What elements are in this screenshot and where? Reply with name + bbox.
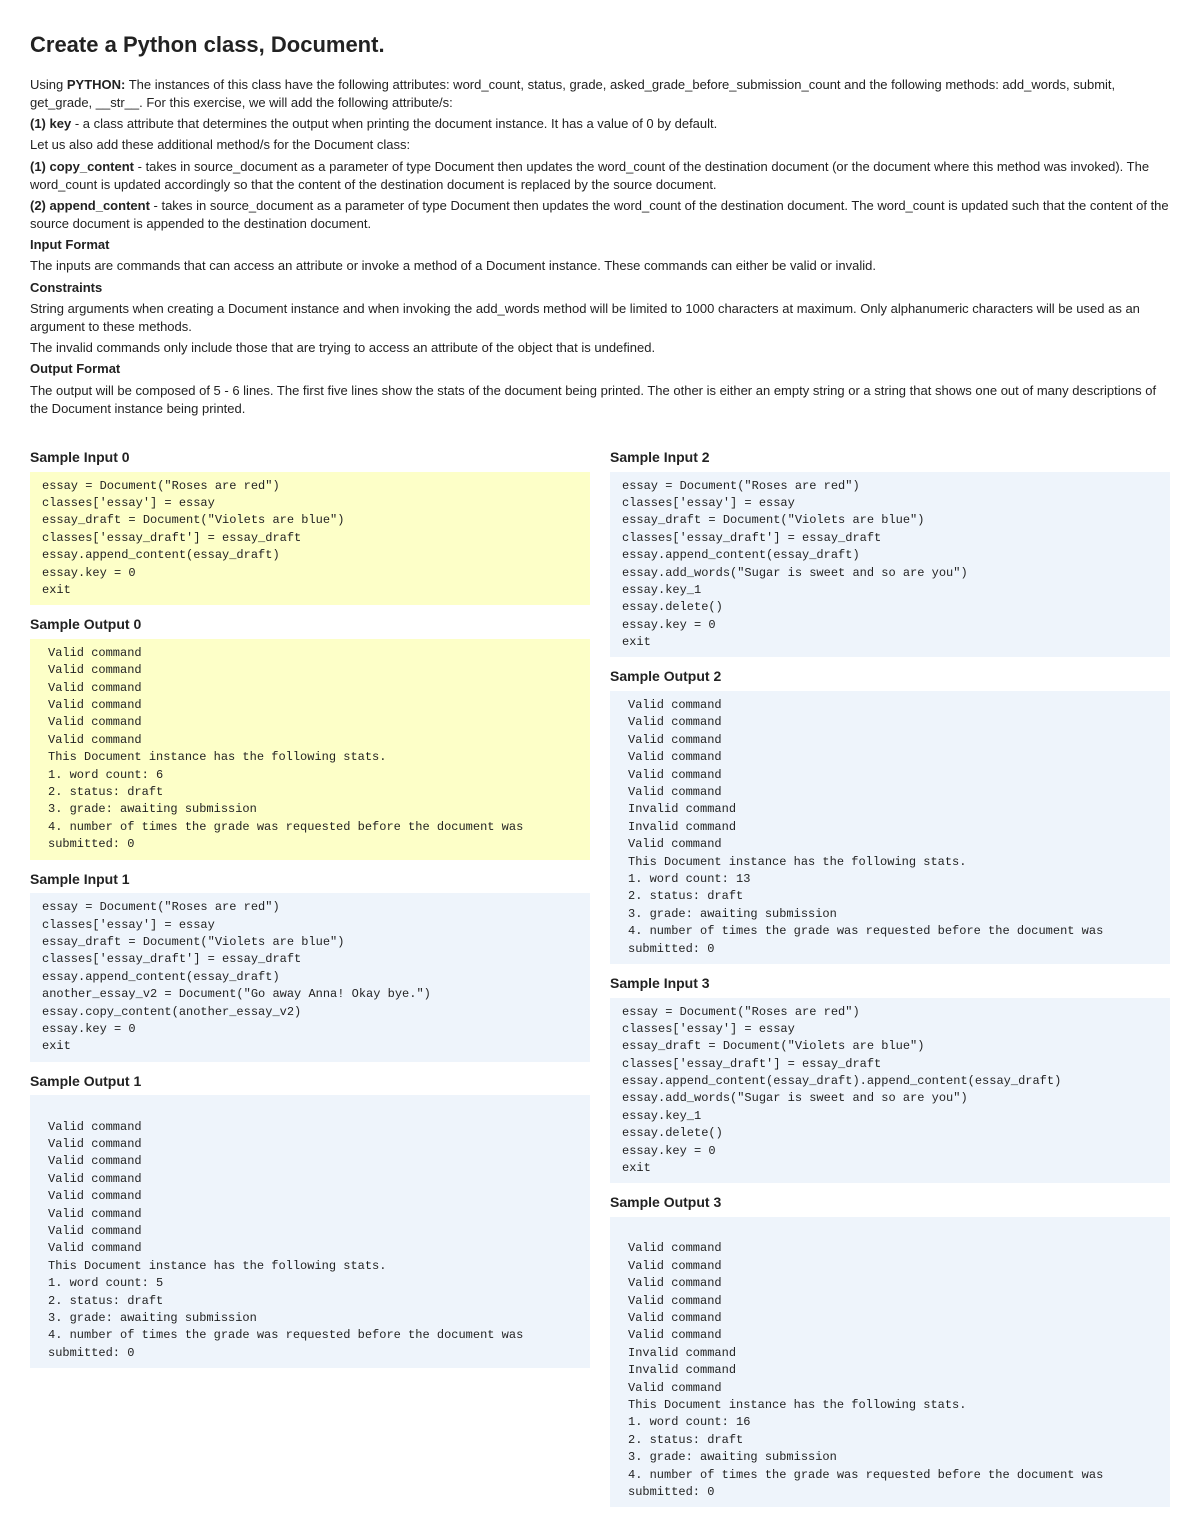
sample-output-code: Valid command Valid command Valid comman…	[30, 1095, 590, 1368]
sample-input-code: essay = Document("Roses are red") classe…	[610, 472, 1170, 658]
constraints-text-2: The invalid commands only include those …	[30, 339, 1170, 357]
attr-key-text: - a class attribute that determines the …	[71, 116, 717, 131]
sample-input-code: essay = Document("Roses are red") classe…	[610, 998, 1170, 1184]
sample-input-code: essay = Document("Roses are red") classe…	[30, 472, 590, 606]
output-format-text: The output will be composed of 5 - 6 lin…	[30, 382, 1170, 418]
sample-output-header: Sample Output 0	[30, 615, 590, 635]
sample-input-header: Sample Input 0	[30, 448, 590, 468]
intro-pre: Using	[30, 77, 67, 92]
sample-output-header: Sample Output 3	[610, 1193, 1170, 1213]
method-append-text: - takes in source_document as a paramete…	[30, 198, 1169, 231]
sample-input-header: Sample Input 3	[610, 974, 1170, 994]
sample-output-header: Sample Output 1	[30, 1072, 590, 1092]
samples-container: Sample Input 0 essay = Document("Roses ar…	[30, 438, 1170, 1517]
intro-methods-lead: Let us also add these additional method/…	[30, 136, 1170, 154]
page-title: Create a Python class, Document.	[30, 30, 1170, 61]
sample-output-code: Valid command Valid command Valid comman…	[30, 639, 590, 860]
samples-right-column: Sample Input 2 essay = Document("Roses ar…	[610, 438, 1170, 1517]
method-copy-bold: (1) copy_content	[30, 159, 134, 174]
sample-output-code: Valid command Valid command Valid comman…	[610, 691, 1170, 964]
sample-input-code: essay = Document("Roses are red") classe…	[30, 893, 590, 1062]
problem-description: Using PYTHON: The instances of this clas…	[30, 76, 1170, 418]
sample-input-header: Sample Input 1	[30, 870, 590, 890]
input-format-label: Input Format	[30, 236, 1170, 254]
samples-left-column: Sample Input 0 essay = Document("Roses ar…	[30, 438, 590, 1517]
output-format-label: Output Format	[30, 360, 1170, 378]
constraints-label: Constraints	[30, 279, 1170, 297]
sample-output-header: Sample Output 2	[610, 667, 1170, 687]
constraints-text-1: String arguments when creating a Documen…	[30, 300, 1170, 336]
method-copy-text: - takes in source_document as a paramete…	[30, 159, 1149, 192]
input-format-text: The inputs are commands that can access …	[30, 257, 1170, 275]
sample-input-header: Sample Input 2	[610, 448, 1170, 468]
method-append-bold: (2) append_content	[30, 198, 150, 213]
intro-python-bold: PYTHON:	[67, 77, 126, 92]
attr-key-bold: (1) key	[30, 116, 71, 131]
intro-post: The instances of this class have the fol…	[30, 77, 1115, 110]
sample-output-code: Valid command Valid command Valid comman…	[610, 1217, 1170, 1507]
